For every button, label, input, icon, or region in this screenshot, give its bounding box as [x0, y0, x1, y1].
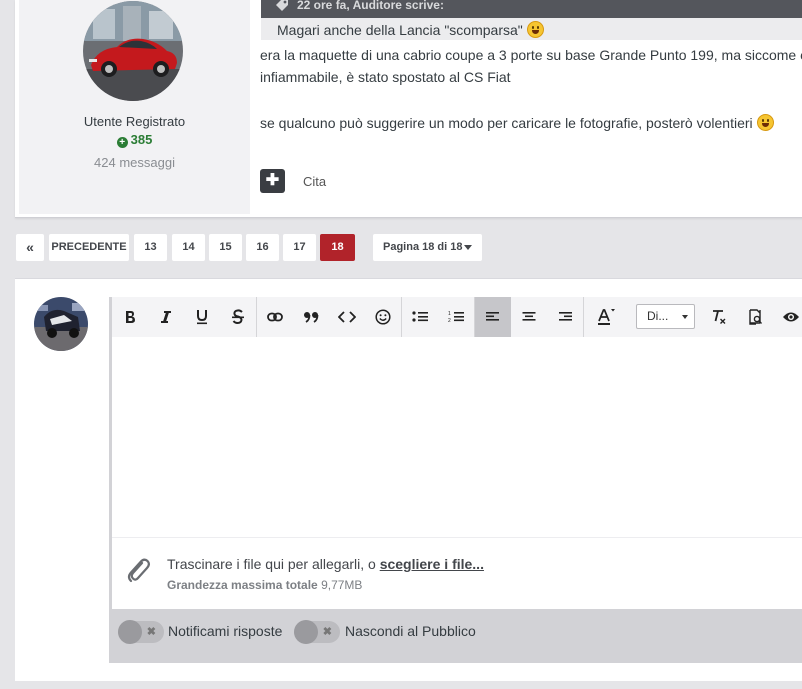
close-icon: ✖: [322, 626, 332, 638]
document-search-icon: [748, 309, 762, 325]
page-14-button[interactable]: 14: [172, 234, 205, 261]
prev-page-button[interactable]: PRECEDENTE: [49, 234, 129, 261]
post-card: Utente Registrato +385 424 messaggi 22 o…: [15, 0, 802, 218]
page-jump-dropdown[interactable]: Pagina 18 di 18: [373, 234, 482, 261]
text-color-button[interactable]: [588, 297, 624, 337]
preview-source-button[interactable]: [737, 297, 773, 337]
italic-icon: [161, 311, 171, 323]
underline-icon: [197, 310, 207, 325]
text-color-icon: [598, 309, 615, 325]
author-group: Utente Registrato: [83, 114, 186, 129]
reputation-value: 385: [130, 132, 153, 147]
post-paragraph: se qualcuno può suggerire un modo per ca…: [260, 112, 802, 134]
remove-format-button[interactable]: [701, 297, 737, 337]
tag-icon: [276, 0, 288, 11]
bold-icon: [126, 311, 135, 323]
reply-options: ✖ Notificami risposte ✖ Nascondi al Pubb…: [112, 609, 802, 663]
close-icon: ✖: [146, 626, 156, 638]
first-page-button[interactable]: «: [16, 234, 44, 261]
italic-button[interactable]: [148, 297, 184, 337]
align-right-button[interactable]: [547, 297, 583, 337]
remove-format-icon: [713, 310, 726, 324]
link-icon: [267, 312, 283, 322]
paperclip-icon: [127, 558, 150, 583]
smiley-emoji-icon: [756, 114, 774, 131]
bulleted-list-icon: [412, 311, 428, 322]
post-content: era la maquette di una cabrio coupe a 3 …: [260, 44, 802, 134]
rich-text-editor: 12 Di... Trascinare i file qui per alleg…: [109, 297, 802, 663]
font-select[interactable]: Di...: [636, 304, 695, 329]
svg-text:2: 2: [448, 318, 451, 324]
author-post-count: 424 messaggi: [94, 155, 175, 170]
editor-toolbar: 12 Di...: [112, 297, 802, 337]
car-photo-icon: [83, 1, 183, 101]
page-15-button[interactable]: 15: [209, 234, 242, 261]
message-textarea[interactable]: [112, 337, 802, 537]
plus-circle-icon: +: [116, 137, 128, 148]
numbered-list-icon: 12: [448, 311, 464, 324]
hide-public-label: Nascondi al Pubblico: [345, 623, 476, 639]
notify-label: Notificami risposte: [168, 623, 283, 639]
align-right-icon: [559, 312, 572, 321]
multiquote-button[interactable]: ✚: [260, 169, 285, 193]
page-jump-label: Pagina 18 di 18: [383, 241, 463, 253]
preview-button[interactable]: [773, 297, 802, 337]
underline-button[interactable]: [184, 297, 220, 337]
link-button[interactable]: [257, 297, 293, 337]
align-center-button[interactable]: [511, 297, 547, 337]
hide-public-toggle[interactable]: ✖: [294, 620, 340, 644]
max-size-label: Grandezza massima totale: [167, 578, 318, 592]
notify-toggle[interactable]: ✖: [118, 620, 164, 644]
user-avatar[interactable]: [34, 297, 88, 351]
bold-button[interactable]: [112, 297, 148, 337]
chevron-down-icon: [464, 245, 472, 250]
attachment-area[interactable]: Trascinare i file qui per allegarli, o s…: [112, 537, 802, 610]
font-select-label: Di...: [647, 309, 669, 323]
quote-button[interactable]: Cita: [303, 174, 326, 189]
chevron-down-icon: [682, 315, 688, 319]
page-18-button[interactable]: 18: [320, 234, 355, 261]
code-button[interactable]: [329, 297, 365, 337]
author-avatar[interactable]: [83, 1, 183, 101]
quote-body: Magari anche della Lancia "scomparsa": [261, 18, 802, 40]
page-13-button[interactable]: 13: [134, 234, 167, 261]
author-panel: Utente Registrato +385 424 messaggi: [19, 0, 250, 214]
quote-icon: [304, 312, 319, 323]
eye-icon: [783, 312, 799, 322]
quote-header: 22 ore fa, Auditore scrive:: [261, 0, 802, 18]
align-center-icon: [522, 312, 536, 321]
post-paragraph: era la maquette di una cabrio coupe a 3 …: [260, 47, 802, 63]
svg-text:1: 1: [448, 311, 451, 317]
reply-form: 12 Di... Trascinare i file qui per alleg…: [15, 278, 802, 681]
page-16-button[interactable]: 16: [246, 234, 279, 261]
code-icon: [338, 311, 356, 323]
choose-files-link[interactable]: scegliere i file...: [380, 556, 484, 572]
strikethrough-icon: [232, 309, 244, 325]
align-left-button[interactable]: [475, 297, 511, 337]
author-reputation: +385: [19, 132, 250, 148]
attach-instructions: Trascinare i file qui per allegarli, o: [167, 556, 380, 572]
numbered-list-button[interactable]: 12: [438, 297, 474, 337]
smiley-icon: [375, 309, 391, 325]
quote-header-text: 22 ore fa, Auditore scrive:: [297, 0, 444, 12]
align-left-icon: [486, 312, 499, 321]
quote-format-button[interactable]: [293, 297, 329, 337]
strikethrough-button[interactable]: [220, 297, 256, 337]
rally-car-photo-icon: [34, 297, 88, 351]
page-17-button[interactable]: 17: [283, 234, 316, 261]
quote-text: Magari anche della Lancia "scomparsa": [277, 22, 523, 38]
grinning-emoji-icon: [526, 21, 544, 38]
post-paragraph: infiammabile, è stato spostato al CS Fia…: [260, 69, 511, 85]
emoji-button[interactable]: [365, 297, 401, 337]
bulleted-list-button[interactable]: [402, 297, 438, 337]
max-size-value: 9,77MB: [321, 578, 363, 592]
